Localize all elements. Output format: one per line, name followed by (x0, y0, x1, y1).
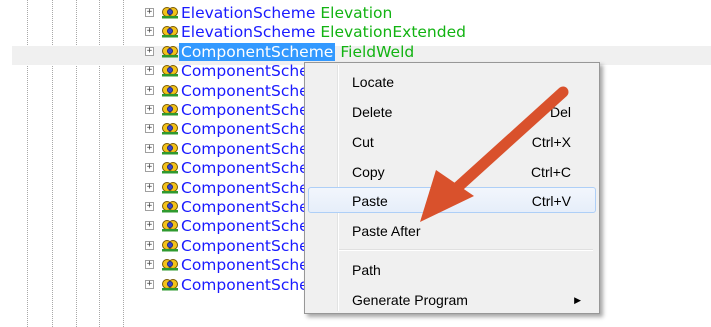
expand-toggle-icon[interactable]: + (145, 66, 154, 76)
scheme-node-icon (162, 162, 178, 174)
menu-item-cut[interactable]: Cut Ctrl+X (308, 128, 596, 154)
expand-toggle-icon[interactable]: + (145, 221, 154, 231)
expand-toggle-icon[interactable]: + (145, 27, 154, 37)
expand-toggle-icon[interactable]: + (145, 8, 154, 17)
expand-toggle-icon[interactable]: + (145, 105, 154, 114)
submenu-arrow-icon: ▶ (574, 295, 581, 305)
menu-item-label: Paste (352, 193, 388, 209)
expand-toggle-icon[interactable]: + (145, 85, 154, 95)
scheme-node-icon (162, 123, 178, 135)
expand-toggle-icon[interactable]: + (145, 202, 154, 211)
menu-item-generate-program[interactable]: Generate Program ▶ (308, 286, 596, 312)
menu-item-label: Cut (352, 134, 374, 150)
menu-item-paste[interactable]: Paste Ctrl+V (308, 187, 596, 213)
scheme-node-icon (162, 7, 178, 19)
node-value: FieldWeld (340, 42, 415, 61)
tree-row[interactable]: + ElevationScheme ElevationExtended (0, 22, 711, 42)
expand-toggle-icon[interactable]: + (145, 260, 154, 270)
node-class-name: ComponentScheme (179, 42, 336, 61)
expand-toggle-icon[interactable]: + (145, 124, 154, 134)
scheme-node-icon (162, 259, 178, 271)
expand-toggle-icon[interactable]: + (145, 240, 154, 250)
expand-toggle-icon[interactable]: + (145, 182, 154, 192)
scheme-node-icon (162, 65, 178, 77)
menu-item-label: Locate (352, 74, 395, 90)
node-class-name: ElevationScheme (181, 4, 316, 22)
scheme-node-icon (162, 239, 178, 252)
menu-item-shortcut: Ctrl+C (530, 164, 571, 180)
scheme-node-icon (162, 142, 178, 155)
tree-row[interactable]: + ElevationScheme Elevation (0, 3, 711, 23)
scheme-node-icon (162, 104, 178, 116)
scheme-node-icon (162, 278, 178, 291)
scheme-node-icon (162, 201, 178, 213)
menu-item-paste-after[interactable]: Paste After (308, 217, 596, 243)
menu-item-locate[interactable]: Locate (308, 68, 596, 94)
scheme-node-icon (162, 26, 178, 38)
menu-item-delete[interactable]: Delete Del (308, 98, 596, 124)
menu-item-label: Paste After (352, 223, 421, 239)
menu-item-shortcut: Ctrl+V (531, 193, 571, 209)
menu-item-label: Copy (352, 164, 385, 180)
node-value: ElevationExtended (320, 23, 466, 42)
menu-item-label: Generate Program (352, 292, 468, 308)
tree-node-label[interactable]: ElevationScheme ElevationExtended (181, 22, 466, 42)
context-menu: Locate Delete Del Cut Ctrl+X Copy Ctrl+C Paste C… (304, 62, 600, 314)
scheme-node-icon (162, 220, 178, 232)
expand-toggle-icon[interactable]: + (145, 46, 154, 56)
expand-toggle-icon[interactable]: + (145, 143, 154, 153)
menu-separator (339, 249, 593, 251)
scheme-node-icon (162, 45, 178, 58)
expand-toggle-icon[interactable]: + (145, 163, 154, 173)
menu-item-shortcut: Del (549, 104, 571, 120)
tree-node-label[interactable]: ComponentScheme FieldWeld (179, 42, 415, 62)
scheme-node-icon (162, 181, 178, 194)
menu-item-copy[interactable]: Copy Ctrl+C (308, 158, 596, 184)
tree-row[interactable]: + ComponentScheme FieldWeld (0, 42, 711, 62)
menu-item-path[interactable]: Path (308, 256, 596, 282)
menu-item-label: Delete (352, 104, 393, 120)
menu-item-shortcut: Ctrl+X (531, 134, 571, 150)
scheme-node-icon (162, 84, 178, 97)
expand-toggle-icon[interactable]: + (145, 279, 154, 289)
tree-node-label[interactable]: ElevationScheme Elevation (181, 3, 392, 23)
node-value: Elevation (320, 4, 393, 22)
menu-item-label: Path (352, 262, 381, 278)
tree-view-screenshot: + ElevationScheme Elevation + ElevationSchem… (0, 0, 711, 327)
node-class-name: ElevationScheme (181, 23, 316, 42)
